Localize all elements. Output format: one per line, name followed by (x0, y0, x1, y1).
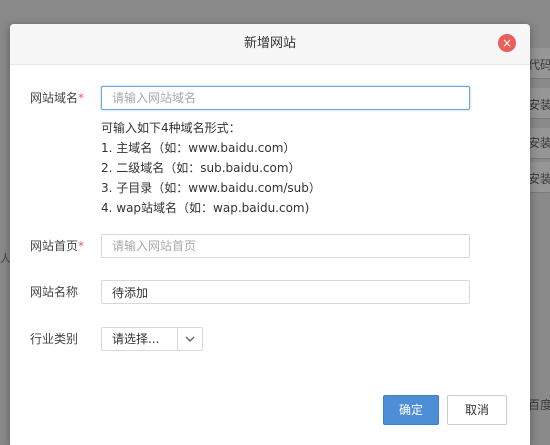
domain-format-hints: 可输入如下4种域名形式： 1. 主域名（如：www.baidu.com） 2. … (101, 118, 321, 218)
background-text: 安装 (528, 136, 550, 150)
close-icon: × (501, 36, 513, 50)
add-website-dialog: 新增网站 × 网站域名* 可输入如下4种域名形式： 1. 主域名（如：www.b… (10, 24, 530, 445)
background-text: 安装 (528, 172, 550, 186)
domain-input[interactable] (101, 86, 470, 110)
industry-select-value: 请选择... (112, 332, 160, 346)
confirm-button[interactable]: 确定 (383, 395, 439, 425)
industry-select[interactable]: 请选择... (101, 327, 203, 351)
hint-line: 1. 主域名（如：www.baidu.com） (101, 141, 296, 155)
background-text: 安装 (528, 98, 550, 112)
domain-label-text: 网站域名 (30, 91, 79, 105)
homepage-label-text: 网站首页 (30, 239, 79, 253)
close-button[interactable]: × (498, 34, 516, 52)
industry-label: 行业类别 (30, 332, 79, 346)
required-mark: * (78, 91, 85, 105)
homepage-input[interactable] (101, 234, 470, 258)
cancel-button[interactable]: 取消 (447, 395, 507, 425)
hint-line: 3. 子目录（如：www.baidu.com/sub） (101, 181, 321, 195)
dialog-title: 新增网站 (243, 36, 296, 51)
chevron-down-icon[interactable] (177, 328, 202, 350)
hint-line: 4. wap站域名（如：wap.baidu.com) (101, 201, 310, 215)
site-name-input[interactable] (101, 280, 470, 304)
required-mark: * (78, 239, 85, 253)
domain-label: 网站域名* (30, 86, 84, 110)
hint-line: 2. 二级域名（如：sub.baidu.com） (101, 161, 301, 175)
dialog-header: 新增网站 × (10, 24, 530, 65)
background-text: 百度 (528, 398, 550, 412)
site-name-label: 网站名称 (30, 285, 79, 299)
background-text: 代码 (528, 58, 550, 72)
homepage-label: 网站首页* (30, 234, 84, 258)
hint-line: 可输入如下4种域名形式： (101, 121, 241, 135)
